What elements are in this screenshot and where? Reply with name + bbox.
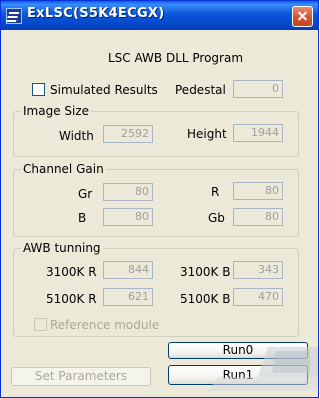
- app-icon: [6, 8, 22, 24]
- gr-field[interactable]: 80: [103, 183, 153, 201]
- b5100-label: 5100K B: [180, 292, 231, 306]
- channel-gain-legend: Channel Gain: [21, 162, 106, 176]
- set-parameters-button[interactable]: Set Parameters: [11, 367, 151, 386]
- simulated-results-checkbox[interactable]: [32, 83, 45, 96]
- width-field[interactable]: 2592: [103, 125, 153, 143]
- window-title: ExLSC(S5K4ECGX): [27, 6, 165, 21]
- simulated-results-label: Simulated Results: [50, 83, 158, 97]
- channel-gain-group: Channel Gain: [13, 162, 299, 237]
- title-bar[interactable]: ExLSC(S5K4ECGX): [1, 1, 318, 30]
- b-field[interactable]: 80: [103, 208, 153, 226]
- b3100-label: 3100K B: [180, 265, 231, 279]
- r-field[interactable]: 80: [233, 182, 283, 200]
- r-label: R: [211, 185, 220, 199]
- awb-tuning-legend: AWB tunning: [21, 241, 103, 255]
- r3100-field[interactable]: 844: [103, 261, 153, 279]
- exlsc-window: ExLSC(S5K4ECGX) LSC AWB DLL Program Simu…: [0, 0, 319, 398]
- b3100-field[interactable]: 343: [233, 261, 283, 279]
- height-field[interactable]: 1944: [233, 124, 283, 142]
- reference-module-label: Reference module: [50, 318, 160, 332]
- watermark-logo: [208, 347, 318, 391]
- gb-label: Gb: [208, 211, 225, 225]
- r3100-label: 3100K R: [46, 265, 97, 279]
- close-button[interactable]: [292, 6, 313, 27]
- gr-label: Gr: [78, 187, 93, 201]
- height-label: Height: [187, 127, 227, 141]
- b-label: B: [78, 211, 87, 225]
- pedestal-label: Pedestal: [175, 83, 226, 97]
- width-label: Width: [59, 129, 94, 143]
- b5100-field[interactable]: 470: [233, 288, 283, 306]
- image-size-legend: Image Size: [21, 104, 92, 118]
- r5100-label: 5100K R: [46, 292, 97, 306]
- reference-module-checkbox[interactable]: [34, 318, 47, 331]
- gb-field[interactable]: 80: [233, 208, 283, 226]
- program-heading: LSC AWB DLL Program: [108, 51, 244, 65]
- r5100-field[interactable]: 621: [103, 288, 153, 306]
- pedestal-field[interactable]: 0: [233, 80, 283, 98]
